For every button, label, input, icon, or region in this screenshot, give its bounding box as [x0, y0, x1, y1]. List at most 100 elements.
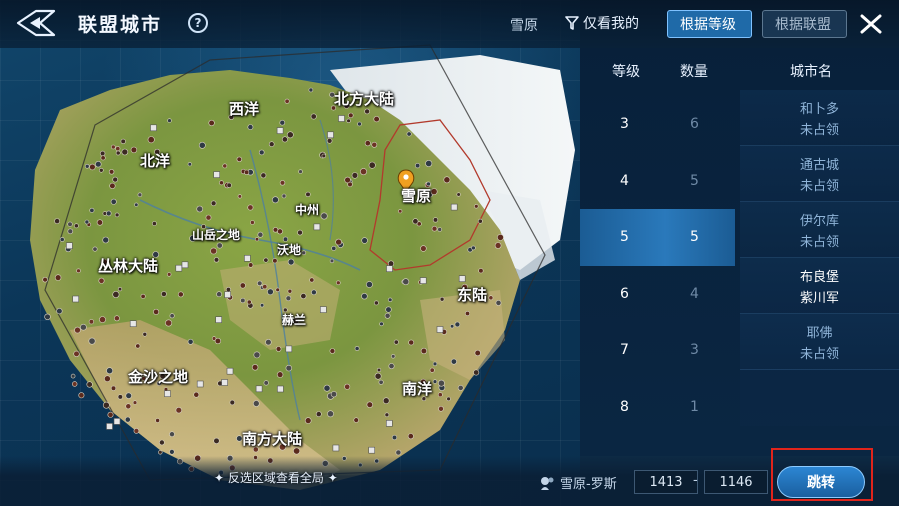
map-city-marker [437, 227, 443, 232]
world-map[interactable]: 西洋 北方大陆 北洋 雪原 中州 山岳之地 沃地 丛林大陆 东陆 赫兰 金沙之地… [0, 0, 580, 506]
map-city-marker [464, 310, 470, 316]
city-name: 布良堡 [799, 269, 839, 285]
map-city-marker [99, 150, 106, 157]
map-city-marker [177, 291, 184, 298]
tab-by-level[interactable]: 根据等级 [667, 10, 752, 38]
map-city-marker [96, 219, 103, 226]
map-city-marker [272, 227, 279, 233]
map-city-marker [248, 262, 254, 268]
map-city-marker [104, 375, 111, 383]
map-fortress-marker [72, 295, 79, 303]
map-city-marker [107, 411, 114, 418]
map-city-marker [106, 367, 113, 375]
map-city-marker [388, 297, 393, 302]
tab-by-alliance[interactable]: 根据联盟 [762, 10, 847, 38]
region-label-east-land: 东陆 [457, 286, 488, 304]
map-city-marker [374, 372, 382, 380]
map-city-marker [391, 354, 396, 359]
map-city-marker [67, 228, 74, 235]
map-city-marker [213, 257, 220, 263]
city-item-occupied[interactable]: 布良堡 紫川军 [740, 258, 899, 314]
map-city-marker [388, 363, 395, 370]
map-city-marker [125, 403, 132, 410]
map-city-marker [165, 319, 173, 327]
filter-mine-toggle[interactable]: 仅看我的 [565, 13, 639, 33]
level-row[interactable]: 7 3 [580, 322, 735, 379]
map-city-marker [285, 295, 292, 302]
city-item[interactable]: 和卜多 未占领 [740, 90, 899, 146]
map-city-marker [398, 209, 403, 214]
level-row-selected[interactable]: 5 5 [580, 209, 735, 266]
map-fortress-marker [215, 316, 222, 324]
back-button[interactable] [14, 8, 58, 38]
level-value: 8 [620, 398, 629, 415]
map-city-marker [229, 399, 236, 406]
help-icon[interactable]: ? [188, 13, 208, 33]
map-city-marker [108, 169, 115, 175]
map-city-marker [450, 358, 457, 365]
map-city-marker [132, 400, 138, 405]
map-city-marker [335, 280, 341, 286]
map-fortress-marker [368, 446, 376, 454]
map-city-marker [102, 236, 109, 244]
region-label-mountain: 山岳之地 [192, 228, 241, 242]
map-city-marker [420, 347, 428, 355]
map-city-marker [365, 281, 373, 288]
city-item[interactable]: 伊尔库 未占领 [740, 202, 899, 258]
map-city-marker [137, 192, 143, 198]
map-city-marker [373, 300, 379, 306]
map-city-marker [222, 163, 228, 169]
map-fortress-marker [244, 255, 251, 262]
map-city-marker [446, 396, 451, 402]
map-city-marker [117, 394, 123, 400]
region-label-central: 中州 [295, 203, 320, 217]
region-label-west-sea: 西洋 [229, 100, 260, 118]
map-city-marker [471, 245, 476, 251]
map-fortress-marker [66, 242, 73, 249]
map-city-marker [240, 297, 246, 304]
map-city-marker [348, 112, 354, 119]
map-city-marker [364, 140, 371, 147]
map-city-marker [225, 286, 231, 292]
map-city-marker [125, 392, 132, 399]
map-city-marker [216, 242, 223, 249]
jump-button[interactable]: 跳转 [777, 466, 865, 498]
level-row[interactable]: 8 1 [580, 379, 735, 436]
city-status: 未占领 [799, 122, 839, 138]
map-city-marker [304, 417, 312, 424]
top-bar: 联盟城市 ? 雪原 仅看我的 根据等级 根据联盟 [0, 0, 899, 48]
map-city-marker [425, 160, 433, 168]
map-city-marker [44, 313, 51, 320]
map-city-marker [84, 164, 90, 169]
map-city-marker [187, 338, 194, 345]
map-city-marker [420, 245, 427, 252]
map-fortress-marker [175, 264, 183, 272]
city-item[interactable]: 通古城 未占领 [740, 146, 899, 202]
map-city-marker [335, 238, 342, 246]
map-city-marker [412, 218, 419, 225]
close-button[interactable] [857, 10, 885, 38]
region-label-helan: 赫兰 [282, 313, 307, 327]
location-coord-label: 雪原-罗斯 [538, 473, 617, 492]
map-city-marker [247, 204, 254, 211]
region-label-jungle: 丛林大陆 [98, 257, 159, 275]
map-city-marker [78, 392, 85, 399]
map-fortress-marker [458, 275, 466, 283]
map-city-marker [391, 434, 398, 441]
map-fortress-marker [313, 223, 321, 231]
map-city-marker [115, 146, 121, 152]
filter-mine-label: 仅看我的 [583, 16, 639, 32]
map-fortress-marker [106, 423, 113, 430]
map-city-marker [437, 379, 445, 387]
map-city-marker [80, 323, 87, 331]
map-city-marker [86, 381, 93, 388]
map-hint: ✦ 反选区域查看全局 ✦ [214, 471, 338, 485]
map-city-marker [488, 295, 494, 301]
city-item[interactable]: 耶佛 未占领 [740, 314, 899, 370]
map-city-marker [371, 141, 378, 148]
level-row[interactable]: 4 5 [580, 153, 735, 210]
level-row[interactable]: 6 4 [580, 266, 735, 323]
coord-y-field[interactable]: 1146 [704, 470, 768, 494]
level-row[interactable]: 3 6 [580, 96, 735, 153]
coord-x-field[interactable]: 1413 [634, 470, 698, 494]
